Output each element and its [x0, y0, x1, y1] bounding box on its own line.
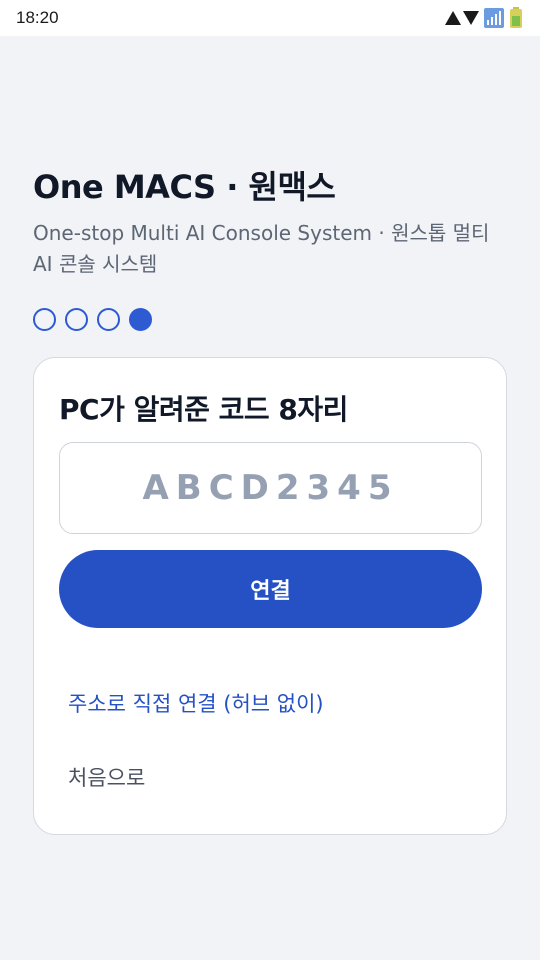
- wifi-icon: [445, 11, 479, 25]
- status-icons: [444, 7, 524, 29]
- pairing-code-input[interactable]: [59, 442, 482, 534]
- step-dot-3: [97, 308, 120, 331]
- pairing-card: PC가 알려준 코드 8자리 연결 주소로 직접 연결 (허브 없이) 처음으로: [33, 357, 507, 835]
- step-dot-4: [129, 308, 152, 331]
- step-dot-1: [33, 308, 56, 331]
- app-title: One MACS · 원맥스: [33, 168, 336, 206]
- step-indicator: [33, 308, 152, 331]
- connect-button[interactable]: 연결: [59, 550, 482, 628]
- signal-icon: [484, 8, 504, 28]
- card-title: PC가 알려준 코드 8자리: [59, 393, 348, 426]
- status-bar: 18:20: [0, 0, 540, 36]
- direct-connect-link[interactable]: 주소로 직접 연결 (허브 없이): [68, 688, 324, 718]
- app-subtitle: One-stop Multi AI Console System · 원스톱 멀…: [33, 221, 490, 276]
- step-dot-2: [65, 308, 88, 331]
- battery-icon: [510, 7, 522, 28]
- back-to-start-link[interactable]: 처음으로: [68, 762, 145, 792]
- status-time: 18:20: [16, 8, 59, 27]
